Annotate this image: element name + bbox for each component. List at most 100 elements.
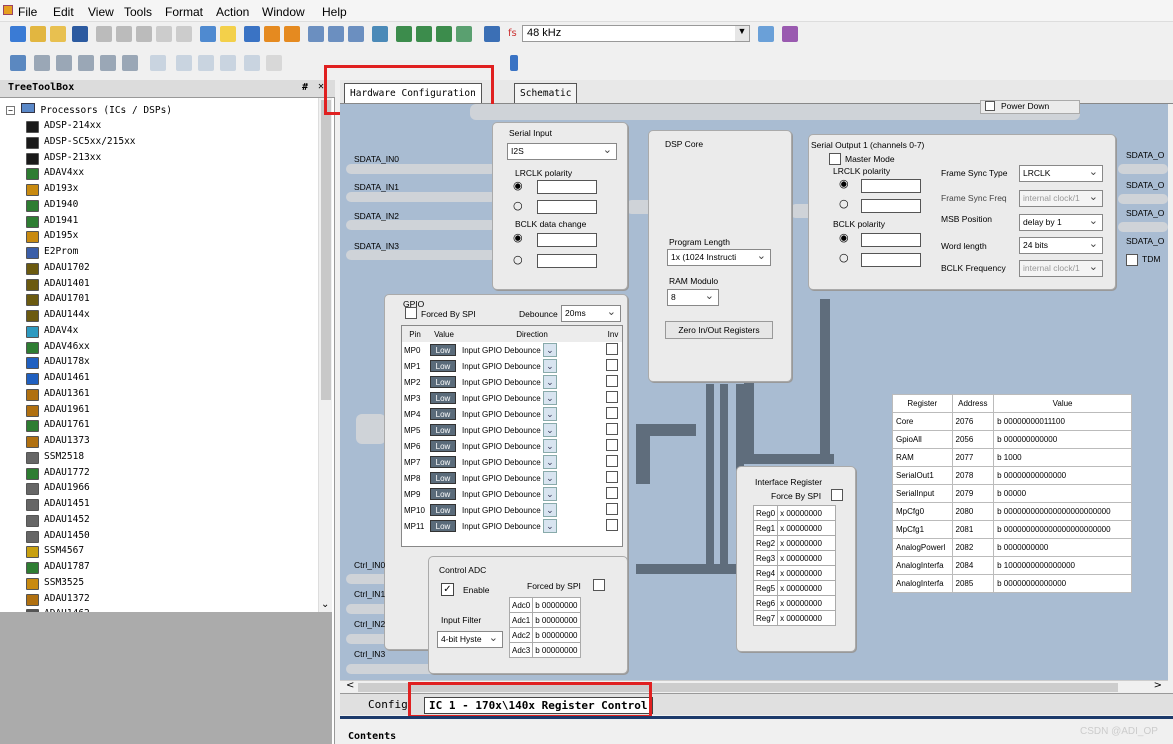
tree-item[interactable]: ADSP-213xx — [26, 152, 101, 167]
stop-icon[interactable] — [456, 26, 472, 42]
download-icon[interactable] — [416, 26, 432, 42]
chevron-down-icon[interactable]: ⌄ — [542, 423, 557, 437]
register-value[interactable]: b 1000 — [993, 448, 1132, 467]
tree-item[interactable]: ADSP-SC5xx/215xx — [26, 136, 136, 151]
adc-value[interactable]: b 00000000 — [532, 597, 581, 613]
register-value[interactable]: b 00000 — [993, 484, 1132, 503]
tree-item[interactable]: ADAU1373 — [26, 435, 90, 450]
menu-format[interactable]: Format — [165, 5, 203, 19]
adc-forced-checkbox[interactable] — [593, 579, 605, 591]
chevron-down-icon[interactable]: ⌄ — [542, 503, 557, 517]
iface-reg-value[interactable]: x 00000000 — [777, 535, 837, 551]
gpio-value-button[interactable]: Low — [430, 344, 456, 356]
ram-modulo-input[interactable]: 8 — [667, 289, 719, 306]
tree-item[interactable]: ADAU1461 — [26, 372, 90, 387]
gpio-inv-checkbox[interactable] — [606, 375, 618, 387]
gpio-inv-checkbox[interactable] — [606, 471, 618, 483]
iface-reg-value[interactable]: x 00000000 — [777, 565, 837, 581]
register-value[interactable]: b 1000000000000000 — [993, 556, 1132, 575]
sout-bclk-radio-1[interactable]: ◉ — [839, 231, 849, 244]
tree-item[interactable]: AD193x — [26, 183, 78, 198]
gpio-inv-checkbox[interactable] — [606, 487, 618, 499]
gpio-value-button[interactable]: Low — [430, 472, 456, 484]
iface-reg-value[interactable]: x 00000000 — [777, 580, 837, 596]
tree-item[interactable]: ADSP-214xx — [26, 120, 101, 135]
tree-item[interactable]: ADAV4x — [26, 325, 78, 340]
tree-item[interactable]: SSM2518 — [26, 451, 84, 466]
tdm-checkbox[interactable] — [1126, 254, 1138, 266]
dist1-icon[interactable] — [150, 55, 166, 71]
gpio-value-button[interactable]: Low — [430, 376, 456, 388]
tree-item[interactable]: AD1940 — [26, 199, 78, 214]
debounce-select[interactable]: 20ms — [561, 305, 621, 322]
lrclk-radio-2[interactable]: ○ — [513, 199, 523, 212]
zoom-in-icon[interactable] — [266, 55, 282, 71]
view2-icon[interactable] — [220, 26, 236, 42]
undo-icon[interactable] — [156, 26, 172, 42]
save-icon[interactable] — [72, 26, 88, 42]
tree-item[interactable]: ADAU1961 — [26, 404, 90, 419]
tab-schematic[interactable]: Schematic — [514, 83, 578, 103]
scroll-down-icon[interactable]: ⌄ — [321, 599, 329, 610]
open-folder-icon[interactable] — [50, 26, 66, 42]
compile-icon[interactable] — [396, 26, 412, 42]
chevron-down-icon[interactable]: ⌄ — [542, 455, 557, 469]
gpio-inv-checkbox[interactable] — [606, 359, 618, 371]
iface-reg-value[interactable]: x 00000000 — [777, 610, 837, 626]
menu-view[interactable]: View — [88, 5, 114, 19]
tools-icon[interactable] — [782, 26, 798, 42]
gpio-value-button[interactable]: Low — [430, 520, 456, 532]
tree-item[interactable]: ADAU1701 — [26, 293, 90, 308]
chevron-down-icon[interactable]: ⌄ — [542, 471, 557, 485]
gpio-value-button[interactable]: Low — [430, 440, 456, 452]
tree-item[interactable]: AD195x — [26, 230, 78, 245]
word-length-select[interactable]: 24 bits — [1019, 237, 1103, 254]
new-icon[interactable] — [10, 26, 26, 42]
tree-item[interactable]: ADAV4xx — [26, 167, 84, 182]
link-icon[interactable] — [372, 26, 388, 42]
register-value[interactable]: b 000000000000 — [993, 430, 1132, 449]
chevron-down-icon[interactable]: ⌄ — [542, 519, 557, 533]
run-icon[interactable] — [436, 26, 452, 42]
menu-action[interactable]: Action — [216, 5, 249, 19]
adc-value[interactable]: b 00000000 — [532, 642, 581, 658]
layout2-icon[interactable] — [328, 26, 344, 42]
sout-lrclk-radio-1[interactable]: ◉ — [839, 177, 849, 190]
tree-item[interactable]: ADAU1372 — [26, 593, 90, 608]
gpio-value-button[interactable]: Low — [430, 392, 456, 404]
zero-registers-button[interactable]: Zero In/Out Registers — [665, 321, 773, 339]
gpio-inv-checkbox[interactable] — [606, 519, 618, 531]
gpio-value-button[interactable]: Low — [430, 488, 456, 500]
chevron-down-icon[interactable]: ⌄ — [542, 407, 557, 421]
fs-freq-select[interactable]: internal clock/1 — [1019, 190, 1103, 207]
tab-config[interactable]: Config — [368, 698, 408, 711]
chevron-down-icon[interactable]: ⌄ — [542, 375, 557, 389]
redo-icon[interactable] — [176, 26, 192, 42]
layout1-icon[interactable] — [308, 26, 324, 42]
gpio-value-button[interactable]: Low — [430, 456, 456, 468]
dist5-icon[interactable] — [244, 55, 260, 71]
sout-bclk-radio-2[interactable]: ○ — [839, 251, 849, 264]
menu-edit[interactable]: Edit — [53, 5, 74, 19]
gpio-inv-checkbox[interactable] — [606, 439, 618, 451]
tree-item[interactable]: ADAU1401 — [26, 278, 90, 293]
view1-icon[interactable] — [200, 26, 216, 42]
paste-icon[interactable] — [136, 26, 152, 42]
enable-checkbox[interactable]: ✓ — [441, 583, 454, 596]
tree-root[interactable]: − Processors (ICs / DSPs) — [6, 103, 172, 116]
align-top-icon[interactable] — [78, 55, 94, 71]
lrclk-radio-1[interactable]: ◉ — [513, 179, 523, 192]
expand-icon[interactable] — [510, 55, 518, 71]
program-length-select[interactable]: 1x (1024 Instructi — [667, 249, 771, 266]
scroll-right-icon[interactable]: > — [1154, 680, 1162, 691]
gpio-value-button[interactable]: Low — [430, 424, 456, 436]
gpio-value-button[interactable]: Low — [430, 360, 456, 372]
msb-position-select[interactable]: delay by 1 — [1019, 214, 1103, 231]
cut-icon[interactable] — [96, 26, 112, 42]
iface-reg-value[interactable]: x 00000000 — [777, 595, 837, 611]
power-down-checkbox[interactable] — [985, 101, 995, 111]
iface-reg-value[interactable]: x 00000000 — [777, 505, 837, 521]
iface-force-checkbox[interactable] — [831, 489, 843, 501]
gpio-value-button[interactable]: Low — [430, 408, 456, 420]
align-right-icon[interactable] — [56, 55, 72, 71]
